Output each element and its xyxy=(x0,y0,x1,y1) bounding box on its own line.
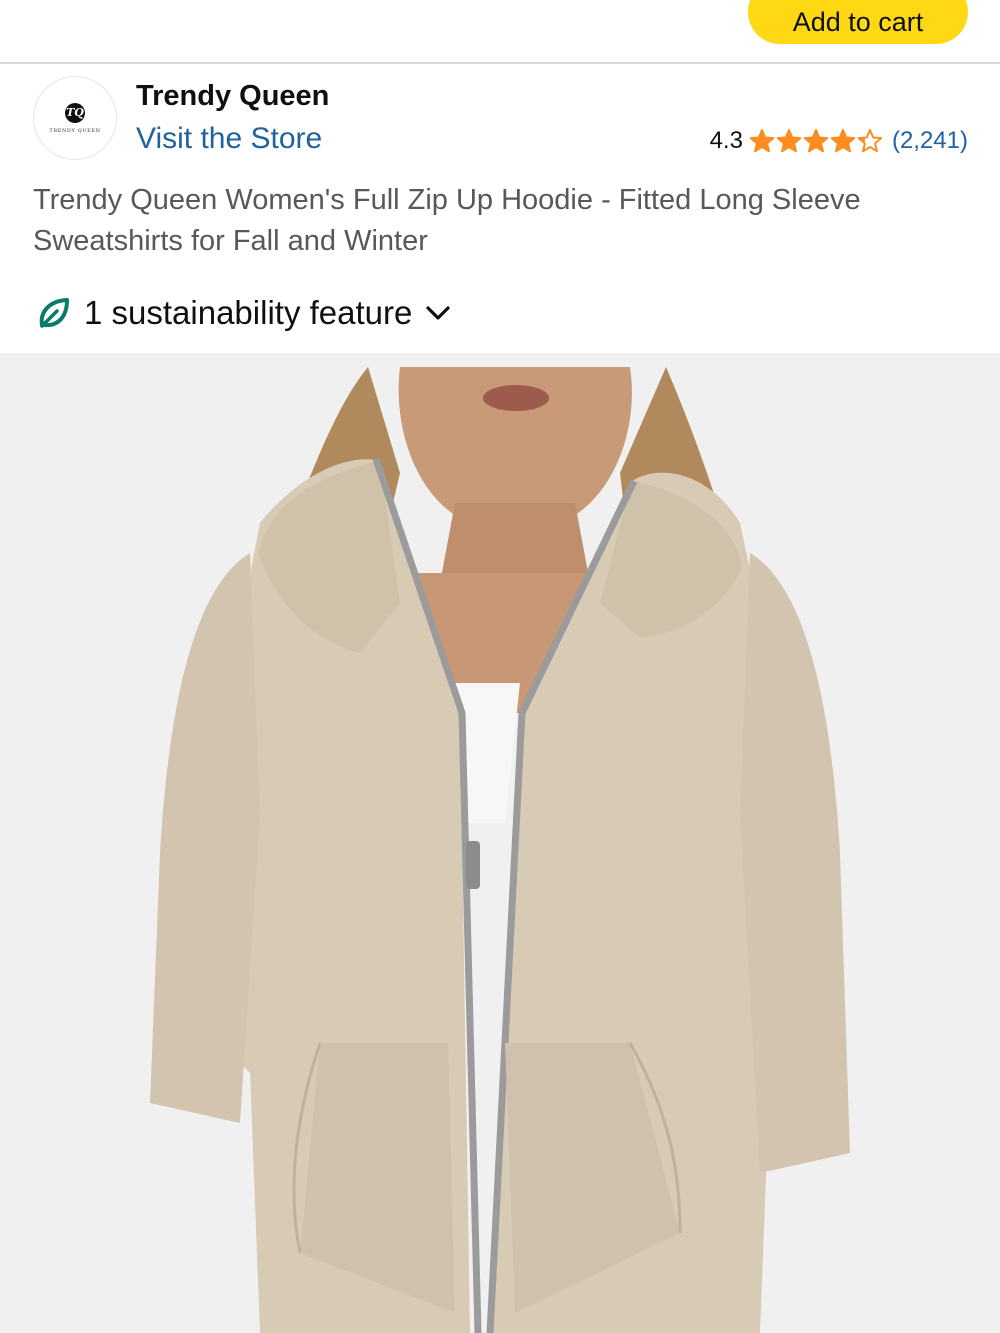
brand-name: Trendy Queen xyxy=(136,80,330,112)
top-bar: Add to cart xyxy=(0,0,1000,64)
star-icon xyxy=(803,129,829,153)
hoodie-photo xyxy=(0,353,1000,1333)
leaf-icon xyxy=(39,298,69,328)
star-icon xyxy=(776,129,802,153)
chevron-down-icon xyxy=(426,306,450,320)
brand-logo-mark: TQ xyxy=(65,102,85,123)
sustainability-features-toggle[interactable]: 1 sustainability feature xyxy=(36,290,452,336)
add-to-cart-button[interactable]: Add to cart xyxy=(748,0,968,44)
star-icon xyxy=(830,129,856,153)
product-title: Trendy Queen Women's Full Zip Up Hoodie … xyxy=(33,184,861,257)
brand-row: TQ TRENDY QUEEN Trendy Queen Visit the S… xyxy=(0,66,1000,166)
brand-logo-text: TRENDY QUEEN xyxy=(49,127,101,134)
review-count-link[interactable]: (2,241) xyxy=(892,127,968,155)
star-icon xyxy=(749,129,775,153)
brand-logo[interactable]: TQ TRENDY QUEEN xyxy=(33,76,117,160)
sustainability-label: 1 sustainability feature xyxy=(84,294,413,331)
product-image[interactable] xyxy=(0,353,1000,1333)
star-icon xyxy=(857,129,883,153)
star-rating xyxy=(749,128,884,154)
rating-value: 4.3 xyxy=(709,127,743,154)
rating-summary[interactable]: 4.3 (2,241) xyxy=(710,126,968,156)
visit-store-link[interactable]: Visit the Store xyxy=(136,122,322,156)
